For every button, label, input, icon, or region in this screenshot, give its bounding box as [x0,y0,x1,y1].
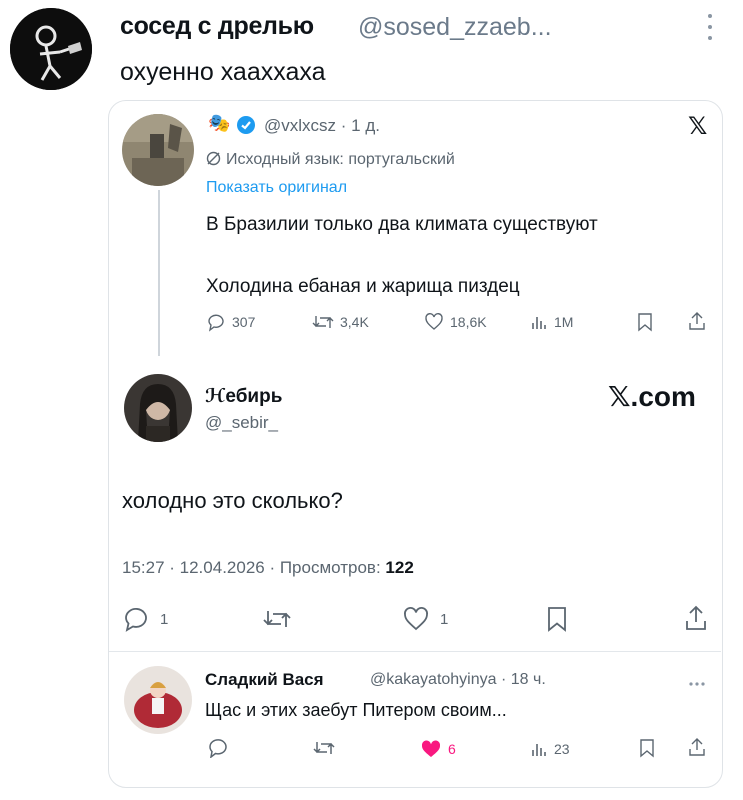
reply-author-name[interactable]: ℋебирь [205,385,282,408]
comment-like-count: 6 [448,741,456,757]
comment-author-name[interactable]: Сладкий Вася [205,670,324,690]
wall-photo-avatar-image [122,114,194,186]
reply-meta: 15:27 · 12.04.2026 · Просмотров: 122 [122,558,414,578]
quoted-retweet-count: 3,4K [340,314,369,330]
quoted-share-icon[interactable] [688,311,706,336]
quoted-retweet-button[interactable]: 3,4K [312,312,369,332]
retweet-icon [312,316,334,328]
outer-author-name[interactable]: сосед с дрелью [120,12,314,41]
comment-share-icon[interactable] [688,737,706,762]
more-options-icon[interactable] [706,14,714,40]
comment-more-icon[interactable] [688,674,706,686]
reply-like-button[interactable]: 1 [402,606,448,632]
reply-avatar[interactable] [124,374,192,442]
reply-share-icon[interactable] [684,604,708,637]
reply-bookmark-icon[interactable] [545,605,569,638]
heart-icon [425,313,443,330]
show-original-link[interactable]: Показать оригинал [206,179,347,197]
quoted-like-button[interactable]: 18,6K [424,312,487,332]
reply-icon [125,608,147,632]
quoted-like-count: 18,6K [450,314,487,330]
quoted-bookmark-icon[interactable] [636,312,654,337]
reply-author-handle[interactable]: @_sebir_ [205,413,278,433]
comment-bookmark-icon[interactable] [638,738,656,763]
x-logo-icon: 𝕏 [688,113,708,140]
comment-text: Щас и этих заебут Питером своим... [205,700,507,720]
comment-like-button[interactable]: 6 [420,739,456,759]
reply-retweet-icon[interactable] [262,606,292,637]
comment-views-count: 23 [554,741,570,757]
outer-post-text: охуенно хааххаха [120,58,326,86]
portrait-avatar-image [124,374,192,442]
quoted-avatar[interactable] [122,114,194,186]
skeleton-avatar-image [10,8,92,90]
quoted-handle-time[interactable]: @vxlxcsz · 1 д. [264,116,380,136]
comment-divider [109,651,721,652]
quoted-text-line2: Холодина ебаная и жарища пиздец [206,276,520,297]
quoted-emoji: 🎭 [208,113,231,133]
reply-meta-prefix: 15:27 · 12.04.2026 · Просмотров: [122,558,386,577]
quoted-reply-count: 307 [232,314,256,330]
reply-like-count: 1 [440,610,449,628]
verified-badge-icon [236,115,256,135]
heart-icon [404,607,428,631]
comment-reply-icon[interactable] [207,738,229,763]
doll-avatar-image [124,666,192,734]
reply-icon [208,314,224,332]
heart-filled-icon [421,740,441,757]
comment-handle-time[interactable]: @kakayatohyinya · 18 ч. [370,671,546,689]
outer-author-handle[interactable]: @sosed_zzaeb... [358,13,552,42]
reply-text: холодно это сколько? [122,488,343,513]
reply-reply-button[interactable]: 1 [122,606,168,632]
views-icon [532,317,546,329]
thread-line [158,190,160,356]
views-icon [532,744,546,756]
globe-slash-icon [206,151,221,166]
translation-note: Исходный язык: португальский [226,151,455,168]
reply-reply-count: 1 [160,610,169,628]
outer-avatar[interactable] [10,8,92,90]
quoted-text-line1: В Бразилии только два климата существуют [206,214,598,235]
quoted-views-count: 1M [554,314,574,330]
quoted-views-button[interactable]: 1M [530,312,573,332]
quoted-reply-button[interactable]: 307 [206,312,255,332]
comment-avatar[interactable] [124,666,192,734]
x-dot-com-logo: 𝕏.com [608,381,696,412]
comment-retweet-icon[interactable] [312,738,336,763]
comment-views-button[interactable]: 23 [530,739,570,759]
reply-views-count: 122 [385,558,414,577]
